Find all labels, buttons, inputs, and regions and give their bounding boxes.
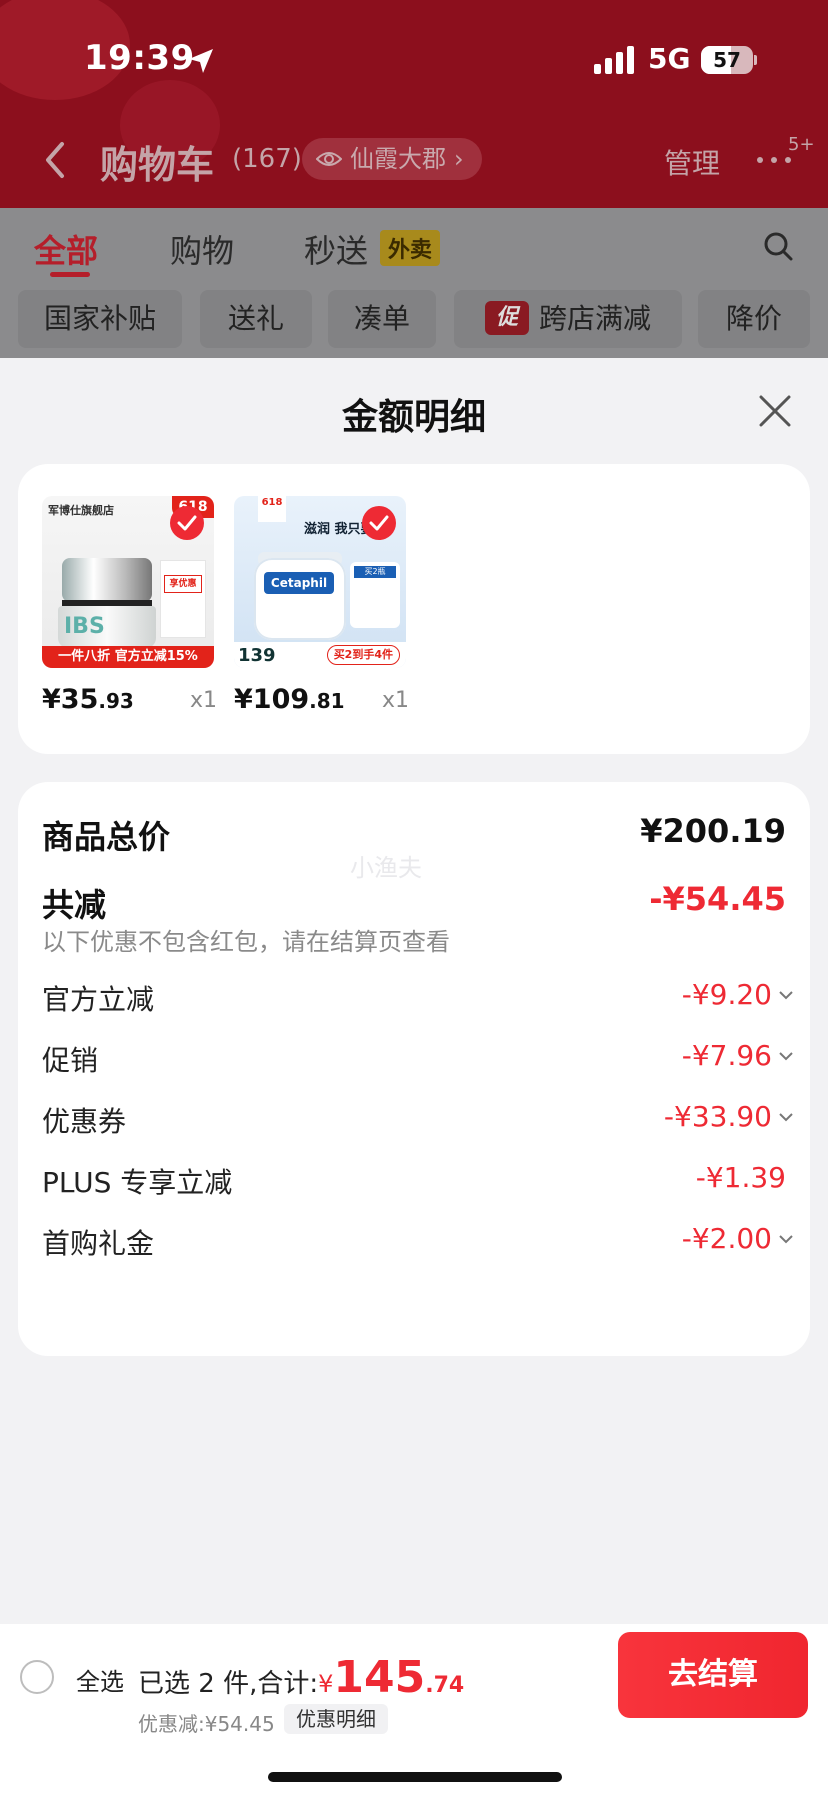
discount-value: -¥1.39 [695, 1161, 786, 1194]
product-image[interactable]: 618 滋润 我只要 Cetaphil 买2瓶 139 买2到手4件 [234, 496, 406, 668]
side-tag: 买2瓶 [354, 566, 396, 578]
select-all-checkbox[interactable] [20, 1660, 54, 1694]
chip-gift[interactable]: 送礼 [200, 290, 312, 348]
chevron-down-icon[interactable] [778, 1112, 794, 1122]
total-price-label: 商品总价 [42, 818, 171, 856]
total-reduction-label: 共减 [42, 886, 107, 924]
status-time: 19:39 [84, 38, 195, 78]
chip-label: 凑单 [353, 302, 410, 335]
discount-value: -¥7.96 [681, 1039, 772, 1072]
discount-label: 优惠券 [42, 1105, 127, 1138]
promo-strip: 一件八折 官方立减15% [42, 646, 214, 668]
chevron-right-icon: › [454, 145, 464, 173]
discount-label: 官方立减 [42, 983, 155, 1016]
total-amount-integer: 145 [333, 1652, 426, 1703]
jar-logo: IBS [64, 614, 105, 639]
amount-breakdown-card: 小渔夫 商品总价 ¥200.19 共减 -¥54.45 以下优惠不包含红包，请在… [18, 782, 810, 1356]
product-price: ¥109.81 [234, 684, 345, 715]
price-decimal: .93 [98, 689, 134, 713]
promo-618-badge: 618 [258, 496, 286, 522]
category-tabs: 全部 购物 秒送 外卖 国家补贴 送礼 凑单 促跨店满减 降价 [0, 208, 828, 358]
tab-instant-delivery[interactable]: 秒送 [304, 226, 368, 272]
battery-icon: 57 [701, 46, 757, 74]
eye-icon [316, 152, 342, 166]
total-currency: ¥ [318, 1670, 334, 1698]
discount-detail-button[interactable]: 优惠明细 [284, 1704, 388, 1734]
nav-bar: 购物车 (167) 仙霞大郡 › 管理 5+ [0, 130, 828, 190]
discount-label: PLUS 专享立减 [42, 1166, 233, 1199]
chip-label: 送礼 [227, 302, 284, 335]
brand-label: Cetaphil [264, 572, 334, 594]
image-price-tag: 139 [238, 645, 276, 666]
price-integer: ¥35 [42, 684, 99, 715]
box-offer-text: 享优惠 [164, 575, 202, 593]
discount-total-text: 优惠减:¥54.45 [138, 1712, 275, 1736]
address-selector[interactable]: 仙霞大郡 › [302, 138, 482, 180]
select-all-label[interactable]: 全选 [76, 1662, 124, 1697]
cart-header: 19:39 5G 57 购物车 (167) 仙霞大郡 › 管理 5+ [0, 0, 828, 208]
tab-all[interactable]: 全部 [34, 226, 98, 272]
chip-label: 国家补贴 [43, 302, 156, 335]
active-tab-indicator [50, 272, 90, 277]
back-arrow-icon[interactable] [40, 140, 70, 180]
chip-cross-store-discount[interactable]: 促跨店满减 [454, 290, 682, 348]
buy-offer-tag: 买2到手4件 [326, 645, 400, 665]
status-bar: 19:39 5G 57 [0, 0, 828, 120]
chip-national-subsidy[interactable]: 国家补贴 [18, 290, 182, 348]
close-icon[interactable] [758, 394, 792, 428]
chip-bundle[interactable]: 凑单 [328, 290, 436, 348]
battery-level: 57 [713, 48, 741, 72]
manage-button[interactable]: 管理 [664, 142, 720, 182]
promo-icon: 促 [484, 301, 529, 335]
discount-label: 首购礼金 [42, 1227, 155, 1260]
message-badge: 5+ [788, 134, 815, 155]
discount-value: -¥9.20 [681, 978, 772, 1011]
page-title: 购物车 [100, 143, 215, 187]
cart-item-count: (167) [232, 144, 302, 174]
product-quantity: x1 [382, 688, 410, 713]
chip-price-drop[interactable]: 降价 [698, 290, 810, 348]
amount-detail-sheet: 金额明细 军博仕旗舰店 618 IBS 享优惠 一件八折 官方立减15% ¥35… [0, 358, 828, 1624]
selected-products-card: 军博仕旗舰店 618 IBS 享优惠 一件八折 官方立减15% ¥35.93 x… [18, 464, 810, 754]
search-icon[interactable] [762, 230, 794, 262]
takeaway-badge: 外卖 [380, 230, 441, 266]
store-name: 军博仕旗舰店 [48, 504, 114, 517]
chevron-down-icon[interactable] [778, 1051, 794, 1061]
checkout-button[interactable]: 去结算 [618, 1632, 808, 1718]
check-icon [170, 506, 204, 540]
checkout-bar: 全选 已选 2 件,合计:¥145.74 优惠减:¥54.45 优惠明细 去结算 [0, 1624, 828, 1796]
product-image[interactable]: 军博仕旗舰店 618 IBS 享优惠 一件八折 官方立减15% [42, 496, 214, 668]
chevron-down-icon[interactable] [778, 1234, 794, 1244]
location-arrow-icon [189, 49, 213, 73]
price-decimal: .81 [309, 689, 345, 713]
product-quantity: x1 [190, 688, 218, 713]
total-amount-decimal: .74 [425, 1673, 465, 1698]
check-icon [362, 506, 396, 540]
discount-value: -¥33.90 [663, 1100, 772, 1133]
tab-shopping[interactable]: 购物 [170, 226, 234, 272]
chevron-down-icon[interactable] [778, 990, 794, 1000]
chip-label: 跨店满减 [538, 302, 651, 335]
order-summary: 已选 2 件,合计:¥145.74 [138, 1652, 464, 1703]
cellular-signal-icon [594, 46, 634, 74]
chip-label: 降价 [725, 302, 782, 335]
home-indicator [268, 1772, 562, 1782]
product-price: ¥35.93 [42, 684, 134, 715]
total-reduction-value: -¥54.45 [649, 880, 786, 918]
discount-value: -¥2.00 [681, 1222, 772, 1255]
address-label: 仙霞大郡 [350, 145, 446, 173]
selected-count-text: 已选 2 件,合计: [138, 1669, 319, 1699]
watermark: 小渔夫 [350, 854, 422, 882]
discount-note: 以下优惠不包含红包，请在结算页查看 [42, 928, 450, 956]
price-integer: ¥109 [234, 684, 310, 715]
discount-label: 促销 [42, 1044, 99, 1077]
total-price-value: ¥200.19 [640, 812, 786, 850]
more-icon[interactable] [754, 154, 794, 166]
network-type: 5G [648, 42, 691, 75]
sheet-title: 金额明细 [341, 397, 486, 438]
